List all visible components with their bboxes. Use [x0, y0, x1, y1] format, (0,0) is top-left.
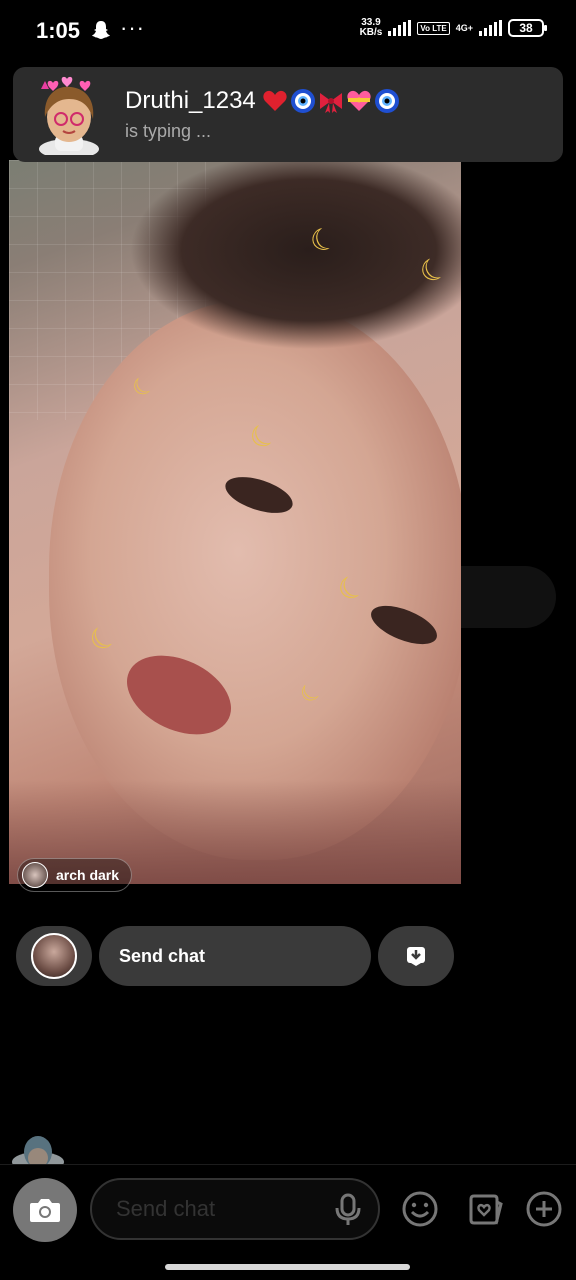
plus-icon[interactable] [525, 1190, 563, 1228]
signal-bars-icon [388, 20, 412, 36]
status-bar: 1:05 ··· 33.9 KB/s Vo LTE 4G+ 38 [0, 0, 576, 60]
sender-avatar [22, 862, 48, 888]
status-time: 1:05 [36, 18, 81, 43]
battery-level: 38 [519, 21, 533, 35]
ribbon-icon [319, 93, 342, 113]
typing-status: is typing ... [125, 121, 212, 141]
divider [0, 1164, 576, 1165]
snap-photo[interactable]: ☾ ☾ ☾ ☾ ☾ ☾ ☾ [9, 160, 461, 884]
volte-badge: Vo LTE [417, 21, 450, 35]
heart-with-ribbon-icon [347, 90, 371, 111]
status-indicators: 33.9 KB/s Vo LTE 4G+ 38 [360, 18, 547, 38]
reply-avatar [31, 933, 77, 979]
network-speed: 33.9 KB/s [360, 18, 383, 38]
reply-send-chat-input[interactable]: Send chat [99, 926, 371, 986]
bitmoji-avatar-icon [39, 76, 99, 155]
microphone-icon[interactable] [332, 1193, 364, 1227]
battery-icon: 38 [508, 19, 547, 37]
more-notifications-icon: ··· [120, 15, 145, 40]
memories-sticker-icon[interactable] [466, 1190, 504, 1228]
signal-bars-2-icon [479, 20, 502, 36]
sender-emojis [262, 88, 400, 114]
snap-sender-chip[interactable]: arch dark [17, 858, 133, 892]
camera-icon [30, 1199, 60, 1222]
emoji-icon[interactable] [401, 1190, 439, 1228]
save-to-chat-button[interactable] [378, 926, 454, 986]
sender-label: arch dark [56, 867, 120, 883]
face-region [49, 300, 461, 860]
sender-name: Druthi_1234 [125, 87, 256, 114]
reply-avatar-button[interactable] [16, 926, 92, 986]
save-download-icon [407, 947, 425, 966]
red-heart-icon [263, 90, 287, 111]
snapchat-ghost-icon [92, 21, 110, 39]
home-indicator[interactable] [165, 1264, 410, 1270]
nazar-amulet-icon [290, 89, 315, 113]
nazar-amulet-icon [374, 89, 399, 113]
network-type: 4G+ [455, 22, 473, 33]
network-speed-unit: KB/s [359, 27, 383, 38]
background-message-bubble [461, 566, 556, 628]
notification-sender: Druthi_1234 [125, 87, 400, 115]
friend-bitmoji-icon [12, 1136, 64, 1164]
typing-notification-banner[interactable]: Druthi_1234 is typing ... [13, 67, 563, 162]
camera-button[interactable] [13, 1178, 77, 1242]
